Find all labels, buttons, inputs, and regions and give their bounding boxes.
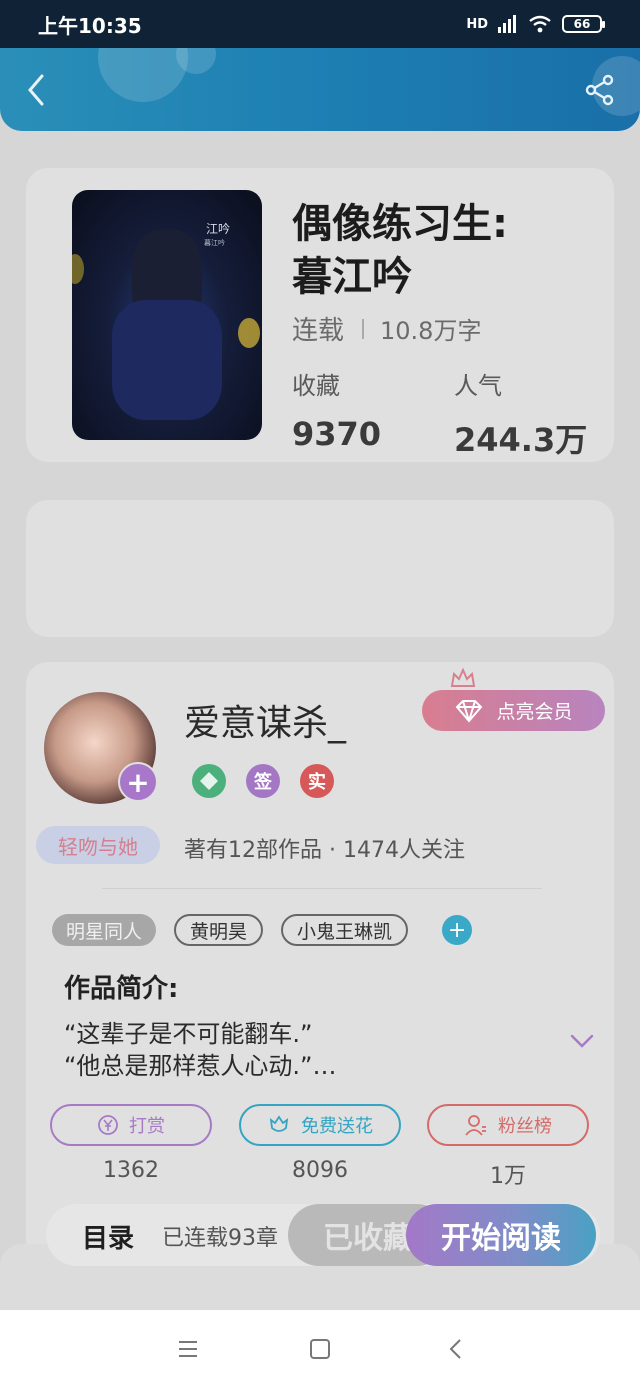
system-nav-bar [0, 1310, 640, 1387]
status-icons: HD 66 [466, 15, 605, 33]
author-name[interactable]: 爱意谋杀_ [184, 694, 346, 746]
cover-bokeh [72, 254, 84, 284]
book-cover[interactable]: 江吟 暮江吟 [72, 190, 262, 440]
fan-ranking-button[interactable]: 粉丝榜 [427, 1104, 589, 1146]
share-icon [585, 74, 614, 106]
wifi-icon [529, 15, 551, 33]
back-button[interactable] [16, 70, 56, 110]
share-button[interactable] [580, 70, 620, 110]
member-button[interactable]: 点亮会员 [422, 690, 605, 731]
start-reading-button[interactable]: 开始阅读 [406, 1204, 596, 1266]
home-icon[interactable] [305, 1336, 335, 1362]
stat-value: 9370 [292, 415, 382, 453]
cover-subtitle: 暮江吟 [204, 239, 225, 247]
user-icon [465, 1115, 486, 1136]
cover-title: 江吟 [206, 222, 231, 236]
tag-list: 明星同人 黄明昊 小鬼王琳凯 + [52, 914, 473, 946]
action-row: 打赏 免费送花 粉丝榜 1362 8096 1万 [50, 1104, 590, 1189]
fan-count: 1万 [490, 1164, 526, 1189]
serial-status: 连载 [292, 316, 345, 346]
signal-icon [498, 15, 516, 33]
book-title: 偶像练习生: 暮江吟 [292, 198, 592, 304]
stat-collections: 收藏 9370 [292, 366, 381, 453]
send-flower-label: 免费送花 [301, 1116, 373, 1137]
placeholder-card [26, 500, 614, 637]
signed-badge: 签 [246, 764, 280, 798]
toc-button[interactable]: 目录 [82, 1218, 134, 1255]
intro-text: “这辈子是不可能翻车.” “他总是那样惹人心动.”… [64, 1018, 337, 1082]
crown-icon [450, 668, 476, 687]
cover-figure-body [112, 300, 222, 420]
send-flower-button[interactable]: 免费送花 [239, 1104, 401, 1146]
fan-tag[interactable]: 轻吻与她 [36, 826, 160, 864]
word-count: 10.8万字 [380, 317, 482, 345]
author-badges: 签 实 [192, 764, 334, 798]
header-bubble [98, 48, 188, 102]
reward-button[interactable]: 打赏 [50, 1104, 212, 1146]
tag-item[interactable]: 黄明昊 [174, 914, 264, 946]
menu-icon[interactable] [173, 1336, 203, 1362]
fan-ranking-label: 粉丝榜 [498, 1116, 552, 1137]
book-meta: 连载 10.8万字 [292, 310, 481, 347]
chevron-left-icon [28, 74, 44, 106]
chevron-down-icon[interactable] [570, 1034, 594, 1048]
bottom-action-bar: 目录 已连载93章 已收藏 开始阅读 [46, 1204, 600, 1266]
book-title-line: 偶像练习生: [292, 201, 508, 247]
follow-author-button[interactable]: + [118, 762, 158, 802]
book-info-card: 江吟 暮江吟 偶像练习生: 暮江吟 连载 10.8万字 收藏 9370 人气 2… [26, 168, 614, 462]
tag-category[interactable]: 明星同人 [52, 914, 157, 946]
stat-label: 收藏 [292, 372, 340, 400]
status-bar: 上午10:35 HD 66 [0, 0, 640, 48]
meta-divider [362, 318, 365, 339]
status-time: 上午10:35 [38, 13, 142, 38]
member-button-label: 点亮会员 [496, 701, 573, 723]
battery-indicator: 66 [562, 15, 605, 33]
network-label: HD [466, 16, 488, 32]
intro-heading: 作品简介: [64, 974, 179, 1004]
intro-line: “他总是那样惹人心动.”… [64, 1052, 337, 1080]
header [0, 48, 640, 131]
chapter-status[interactable]: 已连载93章 [162, 1220, 292, 1252]
divider [102, 888, 542, 889]
book-title-line: 暮江吟 [292, 254, 412, 300]
diamond-icon [456, 699, 483, 723]
flower-icon [269, 1115, 289, 1132]
verified-badge: 实 [300, 764, 334, 798]
intro-line: “这辈子是不可能翻车.” [64, 1020, 313, 1048]
stat-label: 人气 [454, 372, 502, 400]
back-nav-icon[interactable] [440, 1336, 470, 1362]
cover-bokeh [238, 318, 260, 348]
reward-count: 1362 [103, 1158, 159, 1183]
flower-count: 8096 [292, 1158, 348, 1183]
plus-icon: + [126, 765, 150, 799]
author-card: + 爱意谋杀_ 点亮会员 签 实 轻吻与她 著有12部作品 · 1474人关注 … [26, 662, 614, 1262]
add-tag-button[interactable]: + [442, 915, 473, 945]
author-stats: 著有12部作品 · 1474人关注 [184, 838, 465, 863]
reward-label: 打赏 [129, 1116, 165, 1137]
stat-popularity: 人气 244.3万 [454, 366, 587, 461]
level-badge-icon [192, 764, 226, 798]
tag-item[interactable]: 小鬼王琳凯 [281, 914, 409, 946]
yen-coin-icon [98, 1115, 118, 1135]
stat-value: 244.3万 [454, 421, 588, 459]
